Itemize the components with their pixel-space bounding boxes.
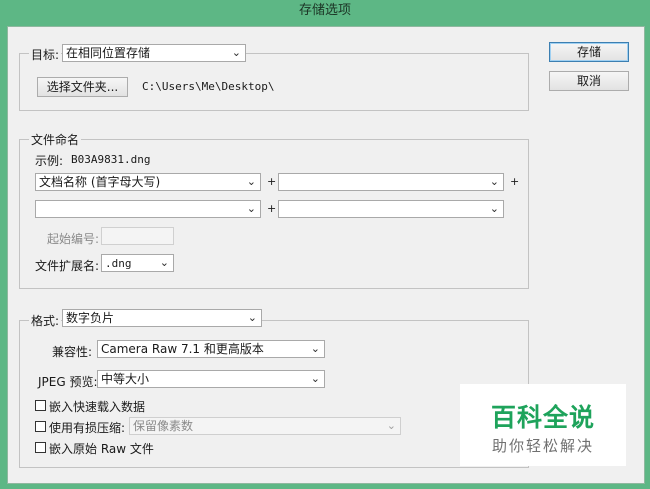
chevron-down-icon: ⌄	[310, 372, 320, 385]
jpeg-preview-select-value: 中等大小	[101, 372, 150, 386]
chevron-down-icon: ⌄	[247, 311, 257, 324]
compat-select-value: Camera Raw 7.1 和更高版本	[101, 342, 264, 356]
naming-field-1[interactable]: 文档名称 (首字母大写) ⌄	[35, 173, 261, 191]
naming-field-1-value: 文档名称 (首字母大写)	[39, 175, 161, 189]
chevron-down-icon: ⌄	[489, 175, 499, 188]
window-title: 存储选项	[298, 3, 351, 18]
chevron-down-icon: ⌄	[386, 419, 396, 432]
format-label: 格式:	[29, 312, 62, 329]
fast-load-label: 嵌入快速载入数据	[49, 400, 146, 414]
compat-label: 兼容性:	[52, 345, 93, 359]
extension-label: 文件扩展名:	[35, 259, 100, 273]
jpeg-preview-label: JPEG 预览:	[38, 375, 98, 389]
start-number-label: 起始编号:	[47, 232, 100, 246]
watermark-subtitle: 助你轻松解决	[491, 437, 594, 455]
choose-folder-button[interactable]: 选择文件夹...	[37, 77, 128, 97]
compat-select[interactable]: Camera Raw 7.1 和更高版本 ⌄	[97, 340, 325, 358]
save-options-dialog: 存储选项 目标: 在相同位置存储 ⌄ 选择文件夹... C:\Users\Me\…	[0, 0, 650, 489]
format-select[interactable]: 数字负片 ⌄	[62, 309, 262, 327]
target-select-value: 在相同位置存储	[66, 46, 151, 60]
chevron-down-icon: ⌄	[159, 256, 169, 269]
extension-select[interactable]: .dng ⌄	[101, 254, 174, 272]
plus-sign: +	[510, 175, 520, 188]
example-value: B03A9831.dng	[71, 153, 151, 166]
plus-sign: +	[267, 202, 277, 215]
example-label: 示例:	[35, 154, 64, 168]
cancel-button[interactable]: 取消	[549, 71, 629, 91]
watermark-logo: 百科全说 助你轻松解决	[460, 384, 626, 466]
chevron-down-icon: ⌄	[231, 46, 241, 59]
chevron-down-icon: ⌄	[489, 202, 499, 215]
chevron-down-icon: ⌄	[246, 202, 256, 215]
jpeg-preview-select[interactable]: 中等大小 ⌄	[97, 370, 325, 388]
file-naming-legend: 文件命名	[29, 131, 82, 148]
lossy-checkbox[interactable]	[35, 421, 46, 432]
plus-sign: +	[267, 175, 277, 188]
embed-raw-label: 嵌入原始 Raw 文件	[49, 442, 154, 456]
naming-field-3[interactable]: ⌄	[35, 200, 261, 218]
extension-select-value: .dng	[105, 257, 132, 270]
lossy-label: 使用有损压缩:	[49, 421, 126, 435]
start-number-input[interactable]	[101, 227, 174, 245]
format-select-value: 数字负片	[66, 311, 115, 325]
naming-field-4[interactable]: ⌄	[278, 200, 504, 218]
target-label: 目标:	[29, 46, 62, 63]
save-button[interactable]: 存储	[549, 42, 629, 62]
watermark-title: 百科全说	[490, 403, 595, 432]
chevron-down-icon: ⌄	[310, 342, 320, 355]
chevron-down-icon: ⌄	[246, 175, 256, 188]
fast-load-checkbox[interactable]	[35, 400, 46, 411]
lossy-select[interactable]: 保留像素数 ⌄	[129, 417, 401, 435]
target-select[interactable]: 在相同位置存储 ⌄	[62, 44, 246, 62]
lossy-select-value: 保留像素数	[133, 419, 194, 433]
naming-field-2[interactable]: ⌄	[278, 173, 504, 191]
target-path: C:\Users\Me\Desktop\	[142, 80, 275, 93]
embed-raw-checkbox[interactable]	[35, 442, 46, 453]
